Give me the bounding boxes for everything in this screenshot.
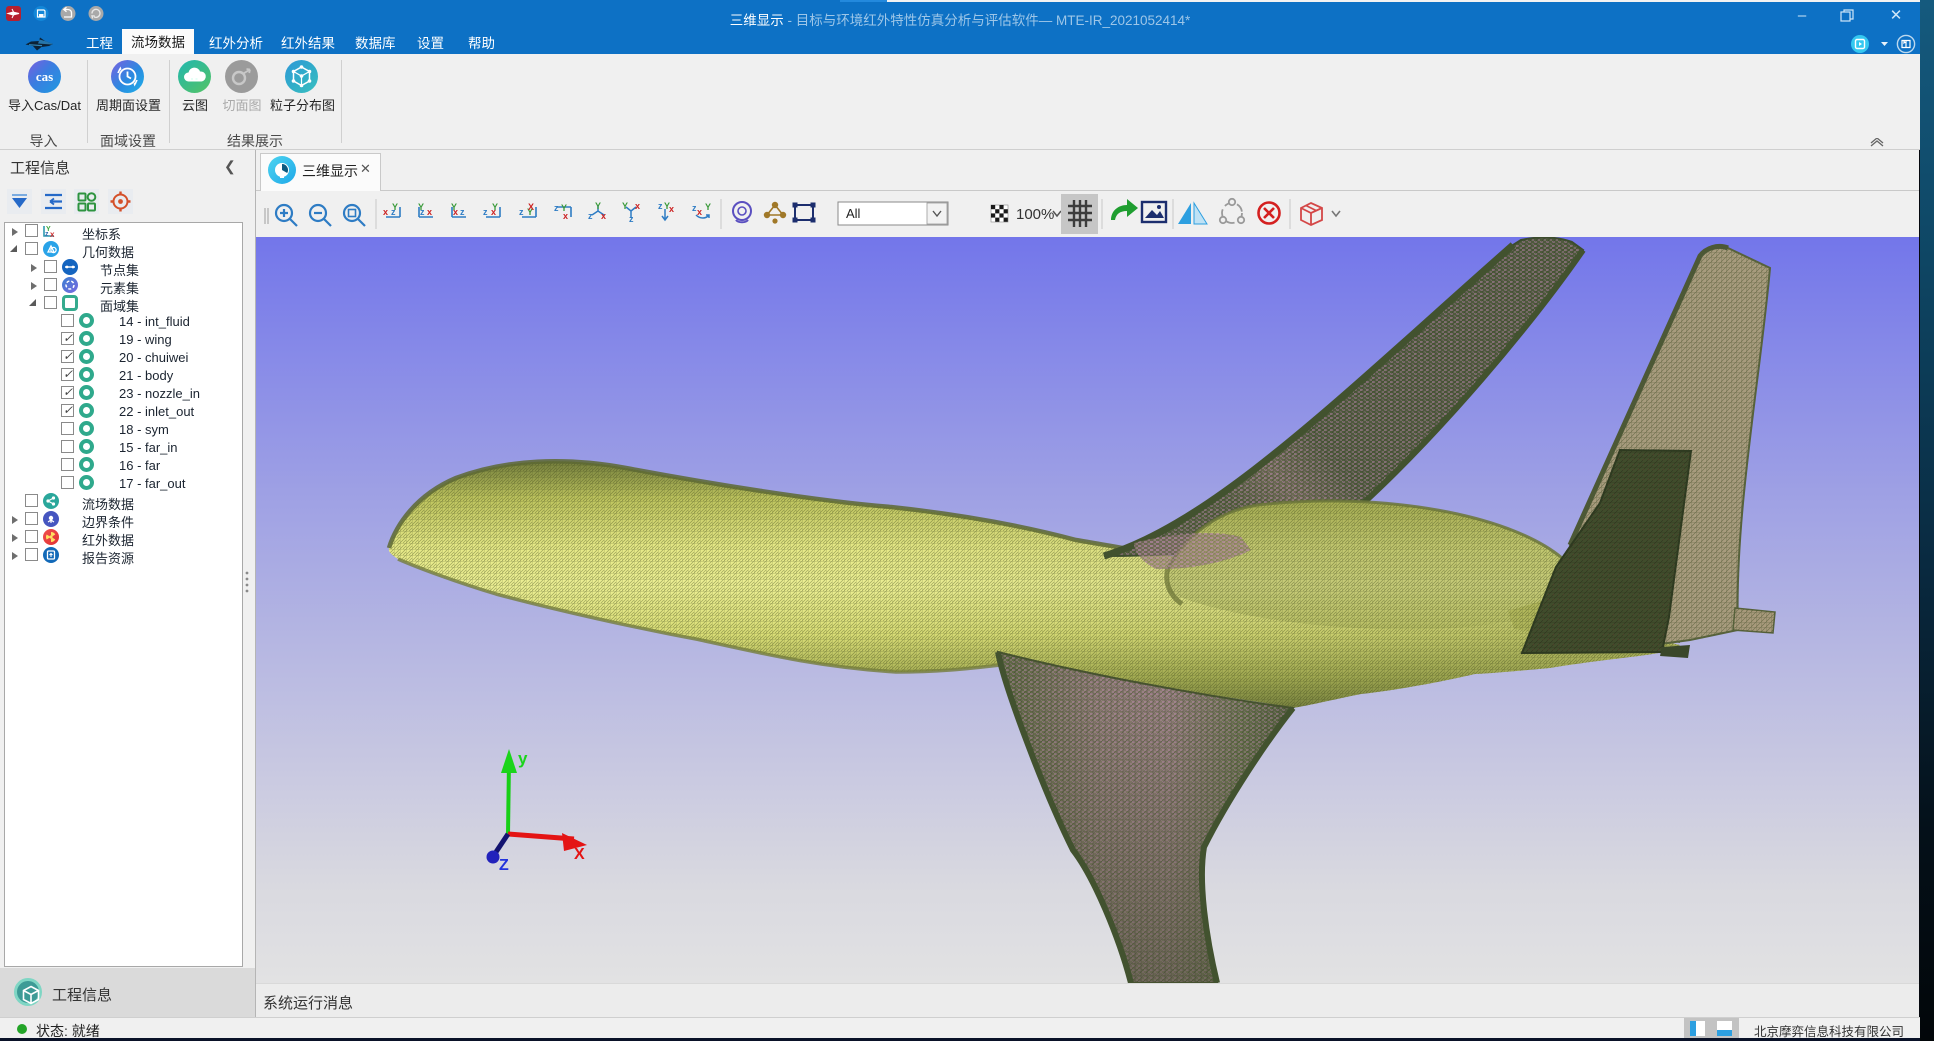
svg-text:Y: Y <box>418 202 424 212</box>
svg-text:x: x <box>50 230 55 239</box>
svg-text:X: X <box>528 202 534 212</box>
svg-text:Y: Y <box>492 202 498 212</box>
svg-text:Y: Y <box>392 202 398 212</box>
svg-text:z: z <box>658 201 663 211</box>
svg-text:z: z <box>519 207 524 217</box>
svg-text:Y: Y <box>705 202 711 212</box>
svg-text:z: z <box>483 207 488 217</box>
svg-text:x: x <box>635 201 640 211</box>
svg-text:Y: Y <box>451 202 457 212</box>
svg-text:x: x <box>669 204 674 214</box>
svg-text:All: All <box>846 206 861 221</box>
svg-text:X: X <box>574 846 585 863</box>
svg-text:100%: 100% <box>1016 206 1054 223</box>
svg-text:z: z <box>629 214 634 224</box>
svg-text:x: x <box>563 211 568 221</box>
svg-text:Z: Z <box>499 857 509 874</box>
svg-text:z: z <box>460 207 465 217</box>
svg-text:z: z <box>588 211 593 221</box>
svg-text:cas: cas <box>36 69 53 84</box>
svg-text:z: z <box>554 203 559 213</box>
svg-text:z: z <box>45 231 49 238</box>
svg-text:Y: Y <box>622 201 628 211</box>
svg-text:x: x <box>697 207 702 217</box>
svg-text:Y: Y <box>595 201 601 211</box>
svg-text:x: x <box>601 211 606 221</box>
svg-text:y: y <box>518 749 528 768</box>
svg-text:x: x <box>383 207 388 217</box>
svg-text:x: x <box>427 207 432 217</box>
